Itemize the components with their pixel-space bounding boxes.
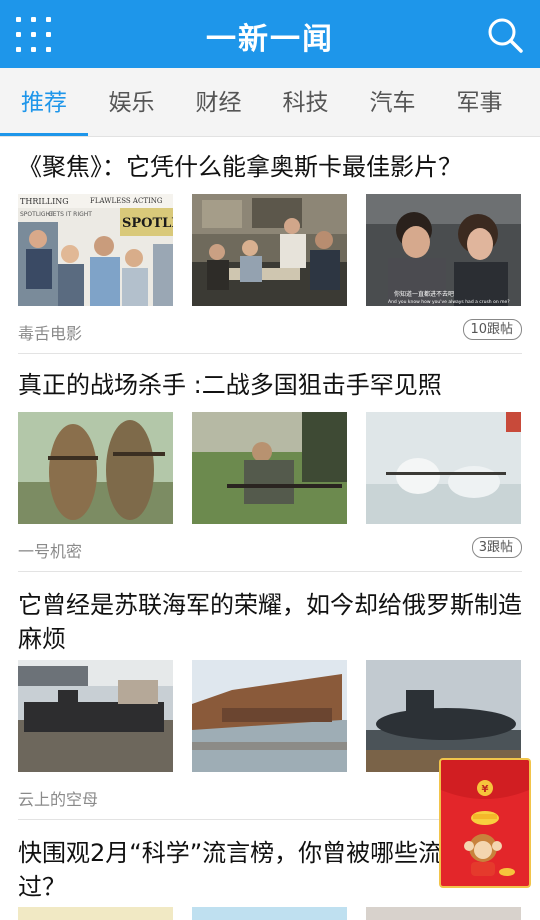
tab-auto[interactable]: 汽车 — [349, 68, 436, 136]
search-icon[interactable] — [486, 16, 524, 54]
subtitle-text: 你知道一直都进不去吧 — [394, 290, 454, 298]
thumbnail-row: THRILLING FLAWLESS ACTING SPOTLIGHT GETS… — [18, 194, 522, 306]
tab-entertainment[interactable]: 娱乐 — [88, 68, 175, 136]
thumbnail-image[interactable] — [366, 907, 521, 920]
source-label: 毒舌电影 — [18, 324, 83, 343]
news-item[interactable]: 真正的战场杀手 :二战多国狙击手罕见照 一号机密 3跟帖 — [18, 368, 522, 573]
article-title[interactable]: 真正的战场杀手 :二战多国狙击手罕见照 — [18, 368, 522, 402]
magazine-text: FLAWLESS ACTING — [90, 197, 163, 205]
source-label: 一号机密 — [18, 542, 83, 561]
thumbnail-image[interactable] — [18, 412, 173, 524]
magazine-text: GETS IT RIGHT — [48, 211, 92, 218]
thumbnail-image[interactable]: THRILLING FLAWLESS ACTING SPOTLIGHT GETS… — [18, 194, 173, 306]
divider — [18, 353, 522, 354]
news-item[interactable]: 《聚焦》：它凭什么能拿奥斯卡最佳影片？ THRILLING FLAWLESS A… — [18, 150, 522, 355]
thumbnail-image[interactable] — [366, 660, 521, 772]
thumbnail-image[interactable]: 你知道一直都进不去吧 And you know how you've alway… — [366, 194, 521, 306]
comment-count-badge[interactable]: 10跟帖 — [463, 319, 522, 340]
thumbnail-image[interactable] — [192, 907, 347, 920]
magazine-text: SPOTLIGHT — [122, 216, 173, 231]
tab-recommend[interactable]: 推荐 — [0, 68, 88, 136]
tab-tech[interactable]: 科技 — [262, 68, 349, 136]
red-envelope-icon[interactable]: ¥ — [439, 758, 531, 888]
article-title[interactable]: 它曾经是苏联海军的荣耀，如今却给俄罗斯制造麻烦 — [18, 588, 522, 656]
thumbnail-row — [18, 412, 522, 524]
thumbnail-image[interactable] — [18, 660, 173, 772]
app-title: 一新一闻 — [206, 22, 334, 57]
comment-count-badge[interactable]: 3跟帖 — [471, 537, 522, 558]
category-tabs: 推荐 娱乐 财经 科技 汽车 军事 — [0, 68, 540, 137]
thumbnail-row — [18, 660, 522, 772]
subtitle-text: And you know how you've always had a cru… — [388, 299, 510, 305]
top-bar: 一新一闻 — [0, 0, 540, 68]
magazine-text: THRILLING — [20, 197, 69, 206]
coin-symbol: ¥ — [482, 784, 489, 795]
tab-finance[interactable]: 财经 — [175, 68, 262, 136]
active-tab-indicator — [0, 133, 88, 136]
thumbnail-image[interactable] — [18, 907, 173, 920]
divider — [18, 571, 522, 572]
source-label: 云上的空母 — [18, 790, 99, 809]
thumbnail-image[interactable] — [192, 412, 347, 524]
thumbnail-image[interactable] — [366, 412, 521, 524]
thumbnail-image[interactable] — [192, 660, 347, 772]
tab-military[interactable]: 军事 — [436, 68, 523, 136]
article-title[interactable]: 《聚焦》：它凭什么能拿奥斯卡最佳影片？ — [18, 150, 522, 184]
thumbnail-image[interactable] — [192, 194, 347, 306]
